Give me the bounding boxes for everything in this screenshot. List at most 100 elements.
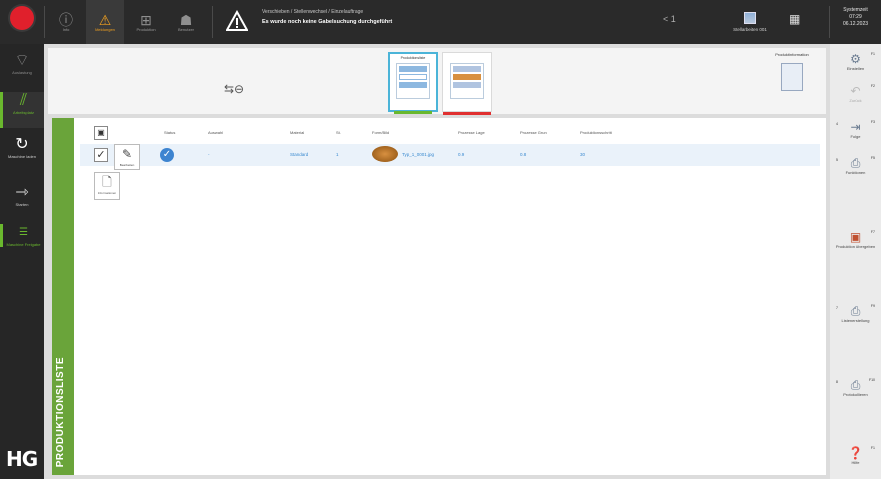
- left-sidebar: ⌔ Auslastung ⫽ Arbeitsplatz ↻ Maschine l…: [0, 44, 44, 479]
- row-checkbox[interactable]: ✓: [94, 148, 108, 162]
- action-handover[interactable]: F7 ▣ Produktion übergeben: [830, 230, 881, 249]
- function-key: F1: [870, 52, 875, 56]
- cell-material: Standard: [290, 152, 309, 157]
- table-header: ▣ Status Auswahl Material St. Form/Bild …: [80, 126, 820, 140]
- cell-count: 1: [336, 152, 339, 157]
- document-button[interactable]: 🗋 Informationen: [94, 172, 120, 200]
- machine-status-indicator[interactable]: [10, 6, 34, 30]
- product-info-label: Produktinformation: [775, 52, 809, 57]
- function-key: F9: [870, 304, 875, 308]
- top-bar: ⓘ Info ⚠ Meldungen ⊞ Produktion ☗ Benutz…: [0, 0, 881, 44]
- action-number: 4: [836, 122, 838, 126]
- tab-production[interactable]: ⊞ Produktion: [126, 0, 166, 44]
- document-icon: [781, 63, 803, 91]
- sidebar-item-label: Maschine laden: [7, 154, 37, 159]
- tab-messages-label: Meldungen: [95, 26, 115, 32]
- refresh-icon: ↻: [15, 136, 29, 153]
- action-label: Funktionen: [845, 170, 866, 175]
- sidebar-item-workplace[interactable]: ⫽ Arbeitsplatz: [0, 92, 44, 128]
- action-label: Folge: [850, 134, 861, 139]
- sidebar-item-load[interactable]: ⌔ Auslastung: [0, 52, 44, 75]
- action-protocol[interactable]: 8 F10 ⎙ Protokollieren: [830, 378, 881, 397]
- view-production-list[interactable]: Produktionsliste: [388, 52, 438, 114]
- wifi-icon: ⌔: [14, 52, 30, 69]
- page-icon: 🗋: [102, 175, 112, 189]
- status-ok-icon: ✓: [160, 148, 174, 162]
- action-label: Protokollieren: [843, 392, 868, 397]
- chart-icon: ⊞: [140, 11, 152, 28]
- clock-time: 07:29: [849, 14, 862, 20]
- column-form: Form/Bild: [372, 130, 390, 135]
- person-icon: ☗: [179, 11, 193, 28]
- function-key: F10: [868, 378, 875, 382]
- lines-icon: ⫽: [19, 92, 28, 109]
- action-label: Einstellen: [846, 66, 865, 71]
- cell-process-position: 0.9: [458, 152, 465, 157]
- tab-info[interactable]: ⓘ Info: [46, 0, 86, 44]
- action-number: 5: [836, 158, 838, 162]
- sidebar-item-label: Arbeitsplatz: [13, 110, 34, 115]
- pattern-thumbnail: [372, 146, 398, 162]
- active-indicator: [394, 111, 432, 114]
- column-process-ground: Prozesse Grun: [520, 130, 547, 135]
- brand-logo: HG: [6, 447, 38, 471]
- pencil-icon: ✎: [121, 147, 133, 161]
- list-icon: ☰: [19, 227, 28, 238]
- production-list-panel: PRODUKTIONSLISTE ▣ Status Auswahl Materi…: [52, 118, 826, 475]
- list-title: PRODUKTIONSLISTE: [55, 356, 66, 467]
- column-process-position: Prozesse Lage: [458, 130, 485, 135]
- warning-icon: ⚠: [98, 11, 112, 28]
- column-count: St.: [336, 130, 341, 135]
- sidebar-item-label: Maschine Freigabe: [6, 242, 41, 247]
- layout-view-icon: [450, 63, 484, 99]
- select-all-checkbox[interactable]: ▣: [94, 126, 108, 140]
- grid-menu-icon[interactable]: ▦: [789, 12, 800, 26]
- system-clock: Systemzeit 07:29 06.12.2023: [830, 4, 881, 40]
- action-label: Zurück: [849, 98, 862, 103]
- function-key: F5: [870, 156, 875, 160]
- table-row[interactable]: - Standard 1 Typ_1_0001.jpg 0.9 0.8 30: [80, 144, 820, 166]
- column-material: Material: [290, 130, 305, 135]
- alert-indicator: [443, 112, 491, 115]
- cell-process-ground: 0.8: [520, 152, 527, 157]
- sidebar-item-machine-load[interactable]: ↻ Maschine laden: [0, 136, 44, 159]
- sidebar-item-start[interactable]: ⇾ Starten: [0, 184, 44, 207]
- function-key: F7: [870, 230, 875, 234]
- action-back[interactable]: F2 ↶ Zurück: [830, 84, 881, 103]
- tab-user-label: Benutzer: [177, 26, 194, 32]
- edit-button-label: Bearbeiten: [119, 163, 135, 167]
- tab-info-label: Info: [62, 26, 70, 32]
- list-side-band: PRODUKTIONSLISTE: [52, 118, 74, 475]
- station-label: Stellarbeiten 001: [733, 27, 767, 32]
- function-key: F3: [870, 120, 875, 124]
- view-label: Produktionsliste: [400, 56, 426, 60]
- arrow-right-icon: ⇾: [15, 184, 29, 201]
- action-list-create[interactable]: 7 F9 ⎙ Listenerstellung: [830, 304, 881, 323]
- status-message: Es wurde noch keine Gabelsuchung durchge…: [262, 19, 393, 25]
- list-view-icon: [396, 63, 430, 99]
- clock-label: Systemzeit: [843, 7, 868, 13]
- product-info-button[interactable]: Produktinformation: [764, 52, 820, 110]
- divider: [44, 6, 45, 38]
- action-settings[interactable]: F1 ⚙ Einstellen: [830, 52, 881, 71]
- page-nav[interactable]: < 1: [663, 14, 676, 24]
- action-next[interactable]: 4 F3 ⇥ Folge: [830, 120, 881, 139]
- cell-form: Typ_1_0001.jpg: [402, 152, 435, 157]
- sidebar-item-release[interactable]: ☰ Maschine Freigabe: [0, 224, 44, 247]
- divider: [212, 6, 213, 38]
- document-button-label: Informationen: [97, 191, 117, 195]
- cell-selection: -: [208, 152, 210, 157]
- breadcrumb: Verschieben / Stellenwechsel / Einzelauf…: [262, 9, 364, 15]
- tab-messages[interactable]: ⚠ Meldungen: [86, 0, 124, 44]
- action-functions[interactable]: 5 F5 ⎙ Funktionen: [830, 156, 881, 175]
- list-area: ▣ Status Auswahl Material St. Form/Bild …: [80, 118, 826, 475]
- view-layout[interactable]: [442, 52, 492, 115]
- move-icon[interactable]: ⇆⊖: [224, 82, 246, 96]
- tab-user[interactable]: ☗ Benutzer: [166, 0, 206, 44]
- app-window: ⓘ Info ⚠ Meldungen ⊞ Produktion ☗ Benutz…: [0, 0, 881, 479]
- cell-step: 30: [580, 152, 586, 157]
- station-selector[interactable]: Stellarbeiten 001: [720, 4, 780, 40]
- action-help[interactable]: F1 ❓ Hilfe: [830, 446, 881, 465]
- edit-button[interactable]: ✎ Bearbeiten: [114, 144, 140, 170]
- column-step: Produktionsschritt: [580, 130, 612, 135]
